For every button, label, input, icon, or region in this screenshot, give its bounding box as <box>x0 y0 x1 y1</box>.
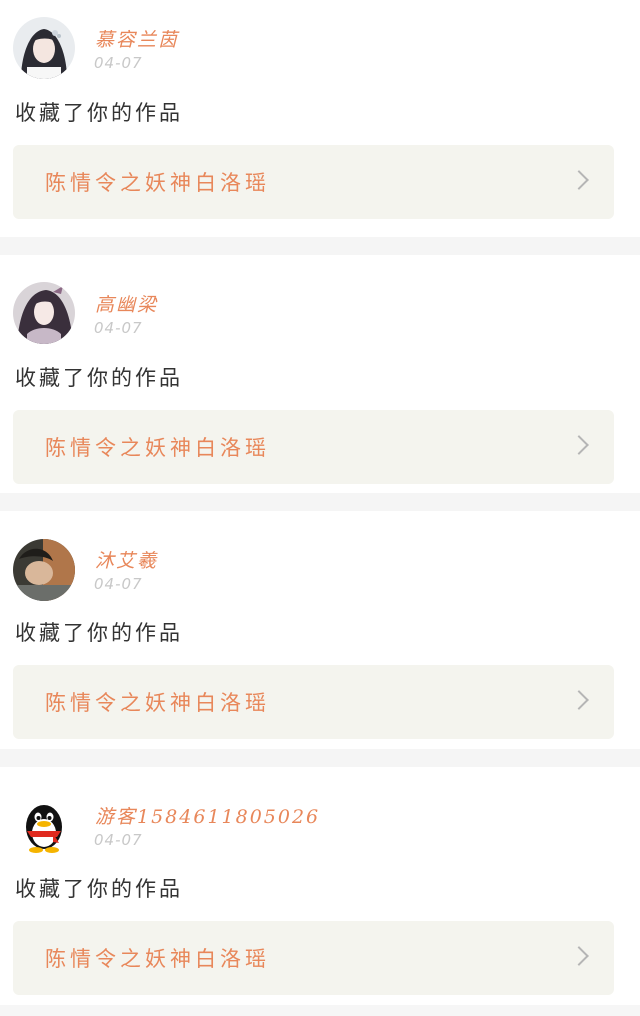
work-link[interactable]: 陈情令之妖神白洛瑶 <box>13 145 614 219</box>
chevron-right-icon <box>569 946 589 966</box>
username[interactable]: 游客15846118050​26 <box>95 802 320 829</box>
illustrated-girl-avatar-icon <box>13 282 75 344</box>
divider <box>0 749 640 767</box>
notification-card: 高幽梁 04-07 收藏了你的作品 陈情令之妖神白洛瑶 <box>0 255 640 493</box>
timestamp: 04-07 <box>94 54 143 72</box>
action-text: 收藏了你的作品 <box>15 101 183 125</box>
chevron-right-icon <box>569 170 589 190</box>
timestamp: 04-07 <box>94 575 143 593</box>
username[interactable]: 沐艾羲 <box>95 546 158 573</box>
action-text: 收藏了你的作品 <box>15 621 183 645</box>
work-title: 陈情令之妖神白洛瑶 <box>45 436 270 460</box>
girl-avatar-icon <box>13 17 75 79</box>
work-title: 陈情令之妖神白洛瑶 <box>45 171 270 195</box>
work-title: 陈情令之妖神白洛瑶 <box>45 947 270 971</box>
avatar[interactable] <box>13 539 75 601</box>
notification-card: 沐艾羲 04-07 收藏了你的作品 陈情令之妖神白洛瑶 <box>0 511 640 749</box>
divider <box>0 237 640 255</box>
work-title: 陈情令之妖神白洛瑶 <box>45 691 270 715</box>
action-text: 收藏了你的作品 <box>15 366 183 390</box>
notification-card: 游客15846118050​26 04-07 收藏了你的作品 陈情令之妖神白洛瑶 <box>0 767 640 1005</box>
chevron-right-icon <box>569 435 589 455</box>
divider <box>0 493 640 511</box>
avatar[interactable] <box>13 17 75 79</box>
chevron-right-icon <box>569 690 589 710</box>
username[interactable]: 高幽梁 <box>95 290 158 317</box>
work-link[interactable]: 陈情令之妖神白洛瑶 <box>13 410 614 484</box>
notification-card: 慕容兰茵 04-07 收藏了你的作品 陈情令之妖神白洛瑶 <box>0 0 640 237</box>
avatar[interactable] <box>13 795 75 857</box>
avatar[interactable] <box>13 282 75 344</box>
username[interactable]: 慕容兰茵 <box>95 25 179 52</box>
timestamp: 04-07 <box>94 319 143 337</box>
work-link[interactable]: 陈情令之妖神白洛瑶 <box>13 921 614 995</box>
action-text: 收藏了你的作品 <box>15 877 183 901</box>
timestamp: 04-07 <box>94 831 143 849</box>
work-link[interactable]: 陈情令之妖神白洛瑶 <box>13 665 614 739</box>
penguin-icon <box>13 795 75 857</box>
notification-feed: 慕容兰茵 04-07 收藏了你的作品 陈情令之妖神白洛瑶 高幽梁 04-07 收… <box>0 0 640 1005</box>
photo-avatar-icon <box>13 539 75 601</box>
